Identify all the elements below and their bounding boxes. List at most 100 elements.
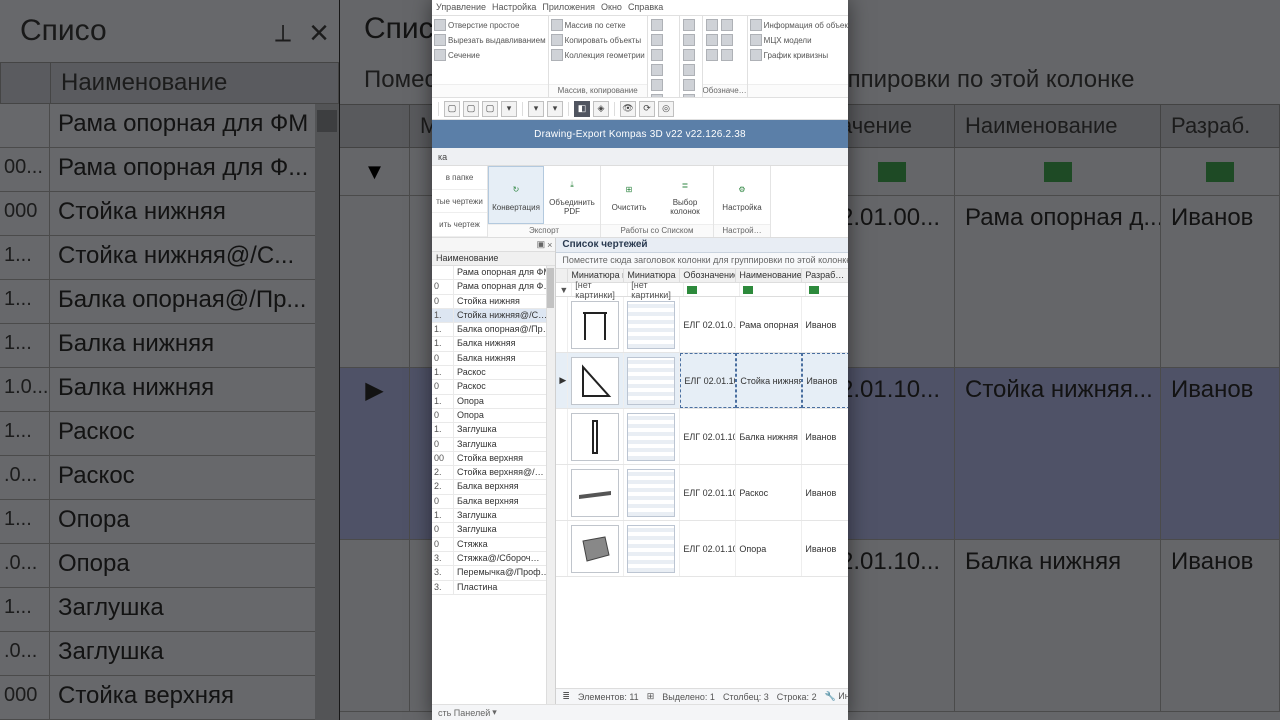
list-item[interactable]: 0Стяжка bbox=[432, 538, 555, 552]
lp-col-header[interactable]: Наименование bbox=[432, 252, 555, 266]
ribbon-icon[interactable] bbox=[706, 49, 718, 61]
list-item[interactable]: 0Раскос bbox=[432, 380, 555, 394]
list-item[interactable]: 3.Пластина bbox=[432, 581, 555, 595]
ribbon-item-icon[interactable] bbox=[434, 19, 446, 31]
ribbon-item-icon[interactable] bbox=[750, 49, 762, 61]
ribbon-item-icon[interactable] bbox=[551, 19, 563, 31]
right-panel[interactable]: Список чертежей Поместите сюда заголовок… bbox=[556, 238, 848, 704]
left-stack-item[interactable]: в папке bbox=[432, 166, 487, 190]
list-item[interactable]: 0Стойка нижняя bbox=[432, 295, 555, 309]
list-item[interactable]: 1.Балка опорная@/Пр… bbox=[432, 323, 555, 337]
qb-icon[interactable]: ◧ bbox=[574, 101, 590, 117]
qb-icon[interactable]: ▢ bbox=[444, 101, 460, 117]
list-item[interactable]: 1.Заглушка bbox=[432, 423, 555, 437]
table-row[interactable]: ЕЛГ 02.01.0…Рама опорная д…Иванов bbox=[556, 297, 848, 353]
ribbon-icon[interactable] bbox=[683, 34, 695, 46]
list-item[interactable]: 00Стойка верхняя bbox=[432, 452, 555, 466]
list-item[interactable]: 3.Стяжка@/Сбороч… bbox=[432, 552, 555, 566]
ribbon-item-icon[interactable] bbox=[551, 34, 563, 46]
table-row[interactable]: ЕЛГ 02.01.10…ОпораИванов bbox=[556, 521, 848, 577]
list-item[interactable]: 0Опора bbox=[432, 409, 555, 423]
list-item[interactable]: 0Балка нижняя bbox=[432, 352, 555, 366]
ribbon-item-icon[interactable] bbox=[750, 19, 762, 31]
table-row[interactable]: ЕЛГ 02.01.10…РаскосИванов bbox=[556, 465, 848, 521]
ribbon-item-icon[interactable] bbox=[750, 34, 762, 46]
panel-pin-icon[interactable]: ▣ bbox=[537, 239, 546, 250]
ribbon-icon[interactable] bbox=[721, 49, 733, 61]
qb-icon[interactable]: ▾ bbox=[528, 101, 544, 117]
table-row[interactable]: ЕЛГ 02.01.10…Балка нижняяИванов bbox=[556, 409, 848, 465]
ribbon-icon[interactable] bbox=[683, 19, 695, 31]
excel-icon[interactable] bbox=[743, 286, 753, 294]
ribbon-icon[interactable] bbox=[651, 79, 663, 91]
ribbon-icon[interactable] bbox=[706, 19, 718, 31]
left-stack-item[interactable]: ить чертеж bbox=[432, 213, 487, 237]
qb-icon[interactable]: ▢ bbox=[482, 101, 498, 117]
menu-item[interactable]: Окно bbox=[601, 2, 622, 13]
rp-body[interactable]: ЕЛГ 02.01.0…Рама опорная д…Иванов▶ЕЛГ 02… bbox=[556, 297, 848, 688]
qb-icon[interactable]: ◎ bbox=[658, 101, 674, 117]
list-item[interactable]: 3.Перемычка@/Проф… bbox=[432, 566, 555, 580]
ribbon-icon[interactable] bbox=[721, 34, 733, 46]
quick-toolbar[interactable]: ▢ ▢ ▢ ▾ ▾ ▾ ◧ ◈ 👁 ⟳ ◎ bbox=[432, 98, 848, 120]
list-item[interactable]: 1.Балка нижняя bbox=[432, 337, 555, 351]
big-button[interactable]: ↻Конвертация bbox=[488, 166, 544, 224]
list-item[interactable]: 0Рама опорная для Ф… bbox=[432, 280, 555, 294]
big-button[interactable]: ⊞Очистить bbox=[601, 166, 657, 224]
panel-footer[interactable]: сть Панелей ▾ bbox=[432, 704, 848, 720]
qb-icon[interactable]: ▾ bbox=[547, 101, 563, 117]
chevron-down-icon[interactable]: ▾ bbox=[492, 707, 497, 718]
list-item[interactable]: 0Балка верхняя bbox=[432, 495, 555, 509]
big-button[interactable]: ⤓Объединить PDF bbox=[544, 166, 600, 224]
ribbon-item-icon[interactable] bbox=[434, 34, 446, 46]
left-stack-item[interactable]: тые чертежи bbox=[432, 190, 487, 214]
ribbon-icon[interactable] bbox=[651, 34, 663, 46]
ribbon-icon[interactable] bbox=[721, 19, 733, 31]
thumbnail-drawing bbox=[627, 357, 675, 405]
left-stack[interactable]: в папкетые чертежиить чертеж bbox=[432, 166, 488, 237]
ribbon-item-icon[interactable] bbox=[551, 49, 563, 61]
big-button[interactable]: ≣Выбор колонок bbox=[657, 166, 713, 224]
col-header[interactable]: Наименование bbox=[736, 269, 802, 282]
big-button[interactable]: ⚙Настройка bbox=[714, 166, 770, 224]
ribbon-icon[interactable] bbox=[651, 64, 663, 76]
qb-icon[interactable]: ⟳ bbox=[639, 101, 655, 117]
list-item[interactable]: 2.Стойка верхняя@/… bbox=[432, 466, 555, 480]
panel-close-icon[interactable]: × bbox=[547, 240, 552, 250]
ribbon-icon[interactable] bbox=[651, 49, 663, 61]
menu-item[interactable]: Приложения bbox=[542, 2, 595, 13]
col-header[interactable]: Разраб… bbox=[802, 269, 848, 282]
table-row[interactable]: ▶ЕЛГ 02.01.10…Стойка нижняя…Иванов bbox=[556, 353, 848, 409]
list-item[interactable]: Рама опорная для ФМ bbox=[432, 266, 555, 280]
ribbon[interactable]: Отверстие простоеВырезать выдавливаниемС… bbox=[432, 16, 848, 98]
qb-icon[interactable]: ▾ bbox=[501, 101, 517, 117]
qb-icon[interactable]: ◈ bbox=[593, 101, 609, 117]
list-item[interactable]: 0Заглушка bbox=[432, 523, 555, 537]
ribbon-icon[interactable] bbox=[683, 79, 695, 91]
list-item[interactable]: 1.Опора bbox=[432, 395, 555, 409]
list-item[interactable]: 0Заглушка bbox=[432, 438, 555, 452]
menu-item[interactable]: Управление bbox=[436, 2, 486, 13]
menu-item[interactable]: Настройка bbox=[492, 2, 536, 13]
list-item[interactable]: 1.Заглушка bbox=[432, 509, 555, 523]
col-header[interactable]: Обозначение bbox=[680, 269, 736, 282]
qb-icon[interactable]: 👁 bbox=[620, 101, 636, 117]
excel-icon[interactable] bbox=[809, 286, 819, 294]
ribbon-icon[interactable] bbox=[683, 49, 695, 61]
rp-filter[interactable]: ▼[нет картинки][нет картинки] bbox=[556, 283, 848, 297]
menu-item[interactable]: Справка bbox=[628, 2, 663, 13]
qb-icon[interactable]: ▢ bbox=[463, 101, 479, 117]
ribbon-icon[interactable] bbox=[706, 34, 718, 46]
col-header[interactable] bbox=[556, 269, 568, 282]
list-item[interactable]: 1.Стойка нижняя@/С… bbox=[432, 309, 555, 323]
big-ribbon[interactable]: в папкетые чертежиить чертеж ↻Конвертаци… bbox=[432, 166, 848, 238]
ribbon-icon[interactable] bbox=[651, 19, 663, 31]
excel-icon[interactable] bbox=[687, 286, 697, 294]
list-item[interactable]: 1.Раскос bbox=[432, 366, 555, 380]
list-item[interactable]: 2.Балка верхняя bbox=[432, 480, 555, 494]
menubar[interactable]: Управление Настройка Приложения Окно Справка bbox=[432, 0, 848, 16]
left-panel[interactable]: ▣× Наименование Рама опорная для ФМ0Рама… bbox=[432, 238, 556, 704]
ribbon-icon[interactable] bbox=[683, 64, 695, 76]
ribbon-item-icon[interactable] bbox=[434, 49, 446, 61]
sub-tabstrip[interactable]: ка bbox=[432, 148, 848, 166]
